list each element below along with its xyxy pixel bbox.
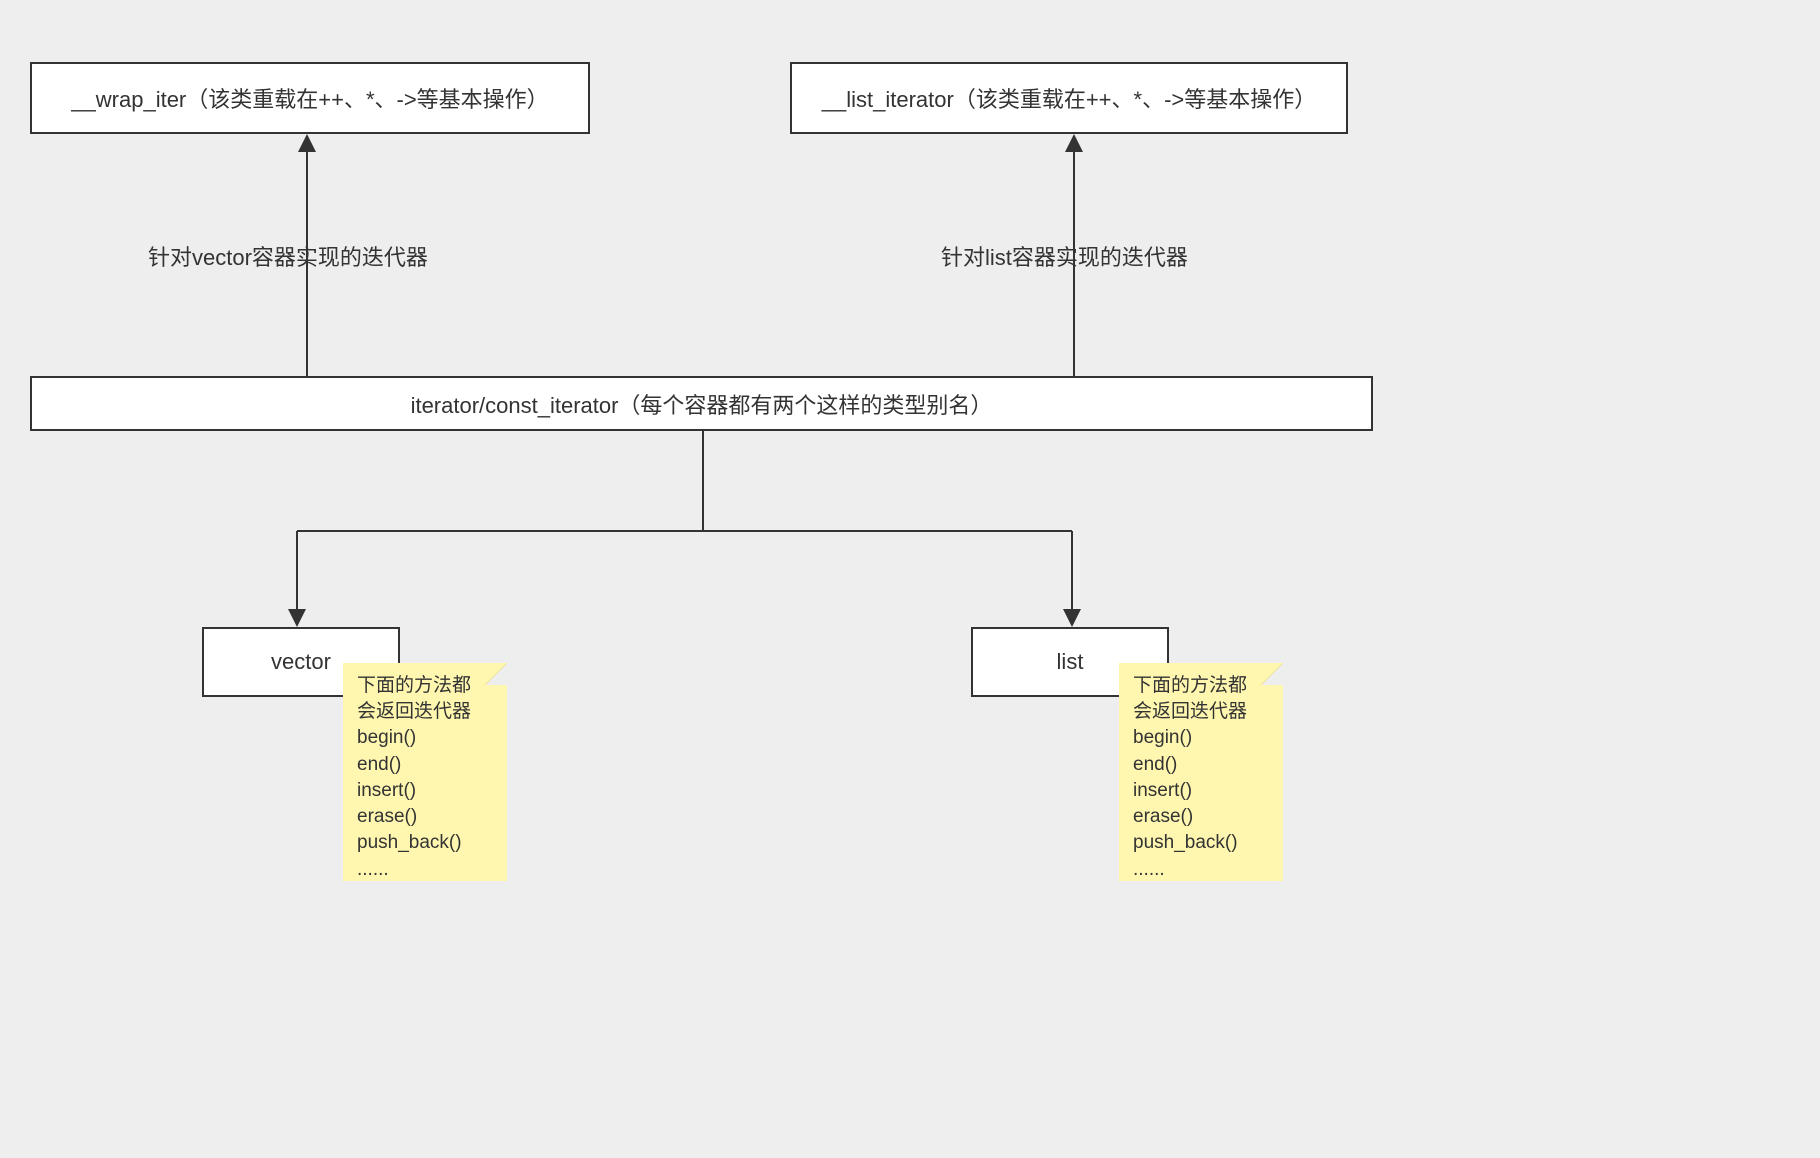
- note-line: ......: [357, 857, 493, 883]
- note-line: insert(): [1133, 778, 1269, 804]
- note-line: erase(): [357, 804, 493, 830]
- list-iterator-label: __list_iterator（该类重载在++、*、->等基本操作）: [822, 82, 1317, 114]
- note-line: 下面的方法都: [357, 673, 493, 699]
- note-line: push_back(): [1133, 830, 1269, 856]
- list-methods-note: 下面的方法都 会返回迭代器 begin() end() insert() era…: [1119, 663, 1283, 881]
- note-line: push_back(): [357, 830, 493, 856]
- note-line: begin(): [1133, 725, 1269, 751]
- note-line: ......: [1133, 857, 1269, 883]
- note-line: 会返回迭代器: [1133, 699, 1269, 725]
- note-line: 下面的方法都: [1133, 673, 1269, 699]
- note-line: begin(): [357, 725, 493, 751]
- note-line: end(): [1133, 752, 1269, 778]
- iterator-typedef-label: iterator/const_iterator（每个容器都有两个这样的类型别名）: [411, 388, 993, 420]
- note-line: 会返回迭代器: [357, 699, 493, 725]
- vector-label: vector: [271, 649, 331, 675]
- list-label: list: [1057, 649, 1084, 675]
- note-line: erase(): [1133, 804, 1269, 830]
- vector-impl-label: 针对vector容器实现的迭代器: [148, 240, 428, 272]
- iterator-typedef-box: iterator/const_iterator（每个容器都有两个这样的类型别名）: [30, 376, 1373, 431]
- vector-methods-note: 下面的方法都 会返回迭代器 begin() end() insert() era…: [343, 663, 507, 881]
- note-line: insert(): [357, 778, 493, 804]
- list-iterator-box: __list_iterator（该类重载在++、*、->等基本操作）: [790, 62, 1348, 134]
- note-line: end(): [357, 752, 493, 778]
- diagram-connectors: [0, 0, 1820, 1158]
- list-impl-label: 针对list容器实现的迭代器: [941, 240, 1188, 272]
- wrap-iter-label: __wrap_iter（该类重载在++、*、->等基本操作）: [71, 82, 548, 114]
- wrap-iter-box: __wrap_iter（该类重载在++、*、->等基本操作）: [30, 62, 590, 134]
